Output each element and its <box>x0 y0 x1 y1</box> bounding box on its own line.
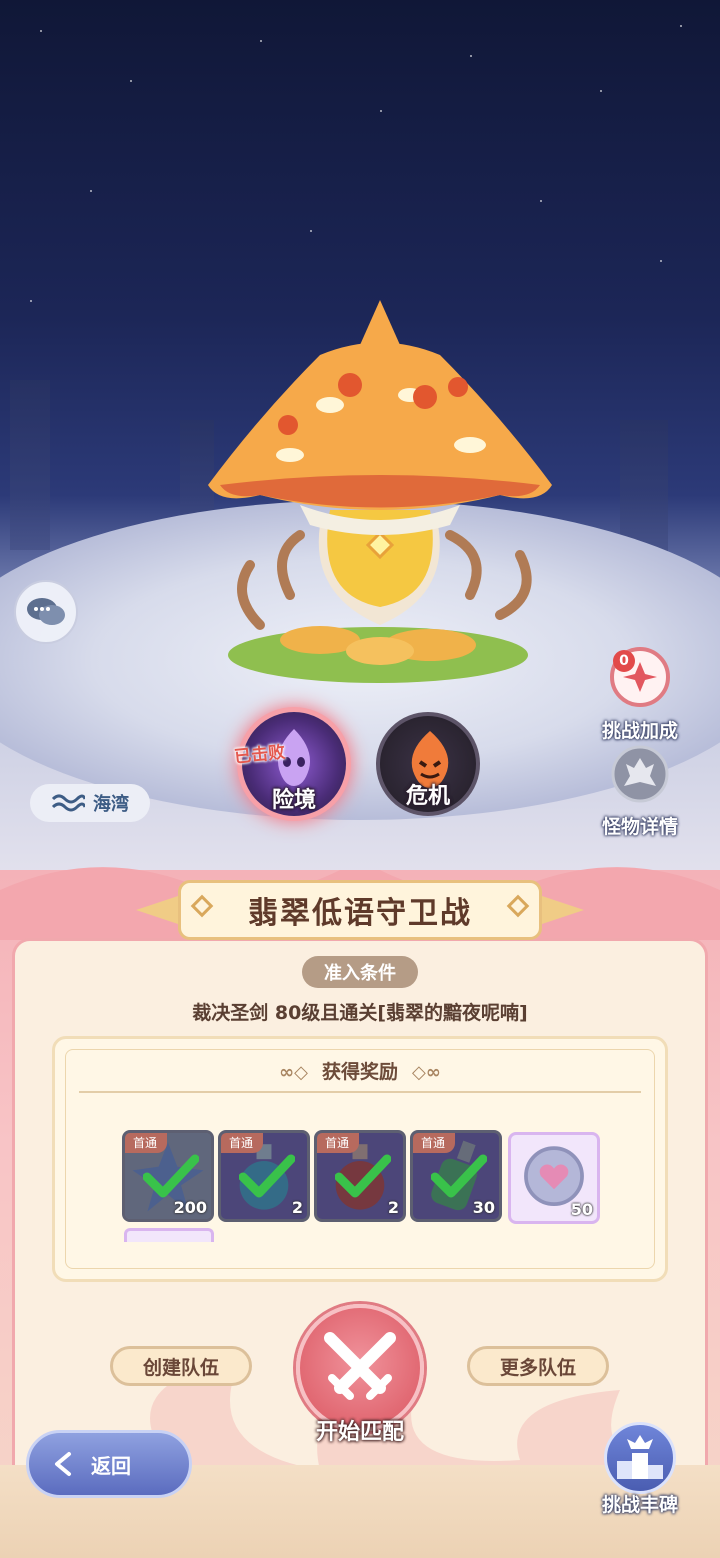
reward-item[interactable]: 首通 200 <box>122 1130 214 1222</box>
more-teams-button[interactable]: 更多队伍 <box>467 1346 609 1386</box>
challenge-bonus-button[interactable]: 0 挑战加成 <box>585 646 695 743</box>
back-label: 返回 <box>91 1453 131 1478</box>
first-clear-badge: 首通 <box>221 1133 264 1153</box>
entry-requirement: 裁决圣剑 80级且通关[翡翠的黯夜呢喃] <box>192 1002 528 1024</box>
defeated-mark: 已击败 <box>233 742 287 768</box>
chat-button[interactable] <box>14 580 78 644</box>
claimed-check-icon <box>335 1154 391 1198</box>
first-clear-badge: 首通 <box>413 1133 456 1153</box>
ornament-right-icon: ◇∞ <box>412 1062 441 1083</box>
reward-qty: 200 <box>173 1198 207 1217</box>
monster-detail-icon <box>611 745 669 803</box>
reward-item[interactable]: 50 <box>508 1132 600 1224</box>
reward-qty: 2 <box>387 1198 399 1217</box>
crossed-swords-icon <box>324 1332 396 1400</box>
reward-item-partial <box>124 1228 214 1242</box>
monster-detail-label: 怪物详情 <box>601 816 678 838</box>
claimed-check-icon <box>143 1154 199 1198</box>
reward-qty: 30 <box>472 1198 495 1217</box>
back-arrow-icon <box>55 1452 71 1476</box>
challenge-bonus-count: 0 <box>613 650 635 672</box>
start-match-button[interactable] <box>296 1304 424 1432</box>
reward-item[interactable]: 首通 2 <box>314 1130 406 1222</box>
entry-condition-tag: 准入条件 <box>302 956 418 988</box>
back-button[interactable]: 返回 <box>26 1430 192 1498</box>
difficulty-label-crisis: 危机 <box>405 784 450 809</box>
start-match-label: 开始匹配 <box>315 1420 404 1445</box>
mushroom-boss-image <box>208 300 552 683</box>
boss-title: 翡翠低语守卫战 <box>248 896 472 931</box>
region-label: 海湾 <box>93 794 129 815</box>
first-clear-badge: 首通 <box>317 1133 360 1153</box>
first-clear-badge: 首通 <box>125 1133 168 1153</box>
reward-qty: 2 <box>291 1198 303 1217</box>
boss-title-banner: 翡翠低语守卫战 <box>136 876 584 948</box>
ornament-left-icon: ∞◇ <box>279 1062 308 1083</box>
monster-detail-button[interactable]: 怪物详情 <box>585 744 695 839</box>
chat-bubble-icon <box>27 598 65 625</box>
reward-qty: 50 <box>570 1200 593 1219</box>
difficulty-button-peril[interactable]: 已击败 险境 <box>233 712 346 816</box>
region-badge: 海湾 <box>30 784 150 822</box>
difficulty-label-peril: 险境 <box>271 788 316 813</box>
wave-icon <box>51 794 85 812</box>
reward-item[interactable]: 首通 30 <box>410 1130 502 1222</box>
claimed-check-icon <box>431 1154 487 1198</box>
reward-item[interactable]: 首通 2 <box>218 1130 310 1222</box>
podium-icon <box>617 1435 663 1479</box>
claimed-check-icon <box>239 1154 295 1198</box>
challenge-monument-button[interactable]: 挑战丰碑 <box>590 1422 690 1517</box>
challenge-bonus-label: 挑战加成 <box>601 720 678 742</box>
challenge-monument-label: 挑战丰碑 <box>601 1494 678 1516</box>
create-team-button[interactable]: 创建队伍 <box>110 1346 252 1386</box>
reward-title: 获得奖励 <box>321 1061 398 1083</box>
difficulty-button-crisis[interactable]: 危机 <box>376 712 480 816</box>
